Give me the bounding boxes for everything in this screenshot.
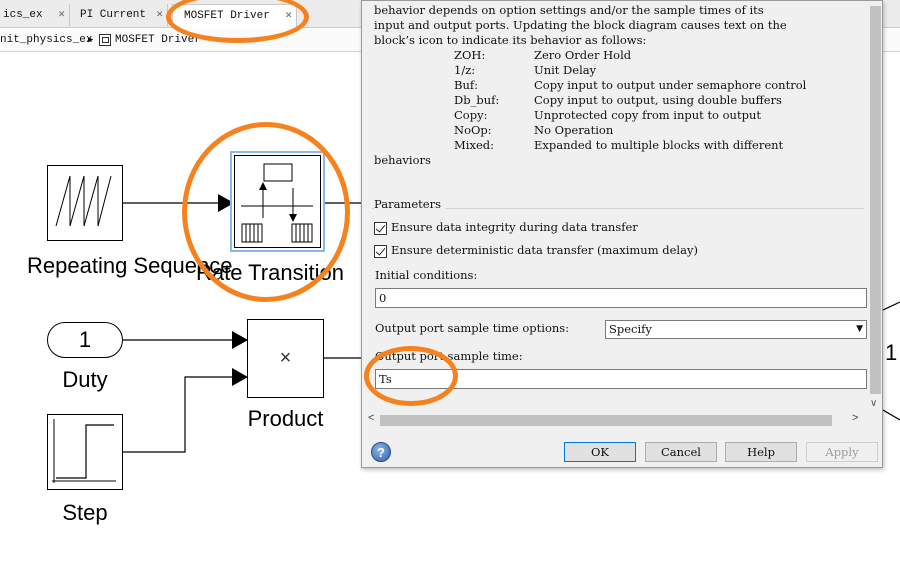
chevron-down-icon: ▼ [856, 324, 863, 334]
behavior-row: Db_buf: Copy input to output, using doubl… [454, 93, 782, 107]
product-label: Product [247, 406, 324, 431]
behavior-row: NoOp: No Operation [454, 123, 614, 137]
vertical-scroll-thumb[interactable] [870, 6, 881, 394]
description-line: behavior depends on option settings and/… [374, 3, 764, 17]
parameters-title: Parameters [374, 197, 445, 211]
repeating-sequence-label: Repeating Sequence [27, 253, 233, 278]
multiply-icon: × [279, 347, 292, 369]
cancel-button[interactable]: Cancel [645, 442, 717, 462]
ensure-integrity-label: Ensure data integrity during data transf… [391, 220, 638, 234]
repeating-sequence-block[interactable] [47, 165, 123, 241]
sample-time-options-label: Output port sample time options: [375, 321, 570, 335]
help-button[interactable]: Help [725, 442, 797, 462]
ensure-integrity-checkbox[interactable] [374, 222, 387, 235]
description-line: input and output ports. Updating the blo… [374, 18, 787, 32]
initial-conditions-label: Initial conditions: [375, 268, 478, 282]
ok-button[interactable]: OK [564, 442, 636, 462]
description-line: behaviors [374, 153, 431, 167]
sample-time-options-select[interactable]: Specify ▼ [605, 320, 867, 339]
scroll-left-icon[interactable]: < [368, 412, 374, 424]
rate-transition-label: Rate Transition [196, 260, 344, 285]
step-block[interactable] [47, 414, 123, 490]
select-value: Specify [609, 322, 652, 336]
ensure-deterministic-label: Ensure deterministic data transfer (maxi… [391, 243, 698, 257]
scroll-right-icon[interactable]: > [852, 412, 858, 424]
parameters-group-border [372, 208, 864, 209]
duty-constant-block[interactable]: 1 [47, 322, 123, 358]
help-icon[interactable]: ? [371, 442, 391, 462]
initial-conditions-field[interactable]: 0 [375, 288, 867, 308]
step-label: Step [62, 500, 108, 525]
behavior-row: Mixed: Expanded to multiple blocks with d… [454, 138, 784, 152]
behavior-row: 1/z: Unit Delay [454, 63, 597, 77]
rate-transition-block[interactable] [230, 151, 325, 252]
description-line: block’s icon to indicate its behavior as… [374, 33, 647, 47]
sample-time-label: Output port sample time: [375, 349, 523, 363]
block-parameters-dialog: behavior depends on option settings and/… [361, 0, 883, 468]
sawtooth-icon [55, 175, 112, 227]
behavior-row: Copy: Unprotected copy from input to outp… [454, 108, 761, 122]
horizontal-scroll-thumb[interactable] [380, 415, 832, 426]
partial-block-value: 1 [885, 340, 898, 365]
behavior-row: ZOH: Zero Order Hold [454, 48, 632, 62]
vertical-scrollbar[interactable]: ∨ [867, 1, 882, 411]
product-block[interactable]: × [247, 319, 324, 398]
sample-time-field[interactable]: Ts [375, 369, 867, 389]
rate-transition-icon [241, 163, 313, 243]
ensure-deterministic-checkbox[interactable] [374, 245, 387, 258]
block-description: behavior depends on option settings and/… [374, 3, 864, 168]
horizontal-scrollbar[interactable]: < > [362, 412, 867, 429]
apply-button[interactable]: Apply [806, 442, 878, 462]
duty-value: 1 [78, 327, 92, 352]
behavior-row: Buf: Copy input to output under semaphore… [454, 78, 807, 92]
step-icon [52, 419, 116, 483]
duty-label: Duty [62, 367, 108, 392]
scroll-down-icon[interactable]: ∨ [870, 398, 877, 409]
